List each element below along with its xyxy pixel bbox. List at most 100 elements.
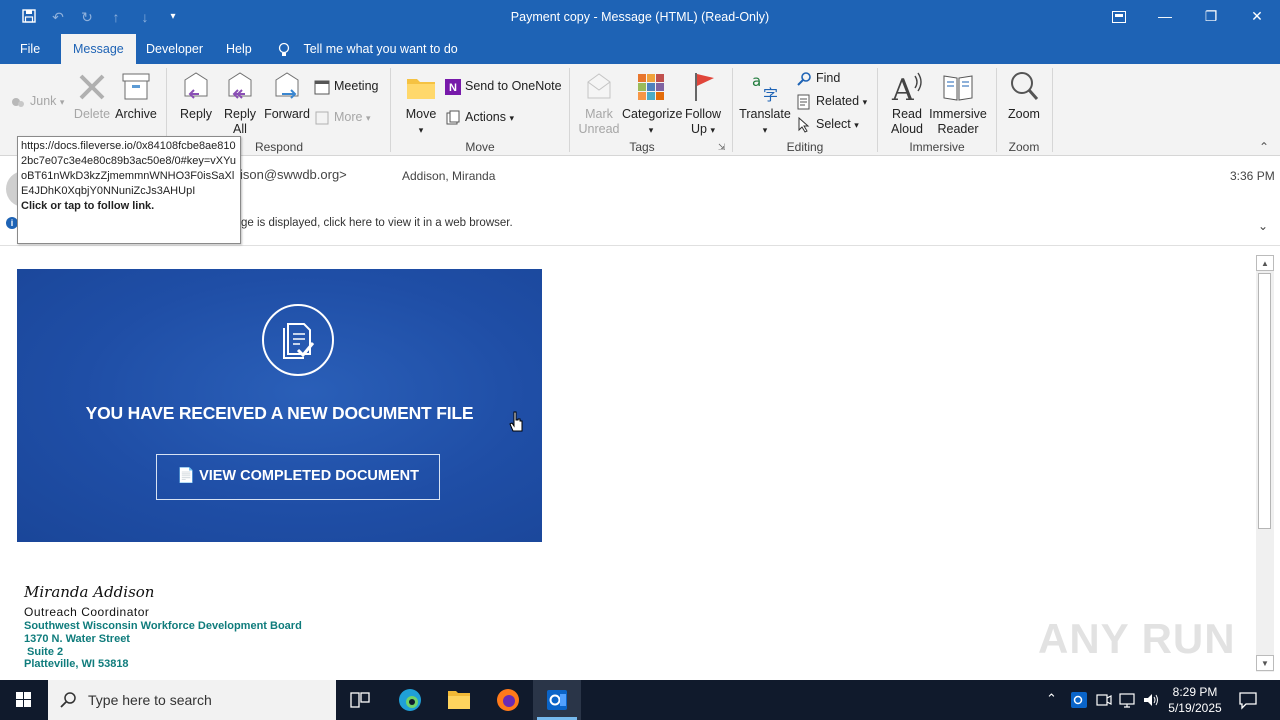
volume-icon[interactable] xyxy=(1142,691,1160,709)
header-divider xyxy=(0,245,1280,246)
group-tags-label: Tags xyxy=(629,140,655,154)
read-aloud-button[interactable]: A Read Aloud xyxy=(884,70,930,137)
zoom-button[interactable]: Zoom xyxy=(1002,70,1046,122)
tab-file[interactable]: File xyxy=(8,34,52,64)
reply-button[interactable]: Reply xyxy=(174,70,218,122)
outlook-taskbar-icon[interactable] xyxy=(533,680,581,720)
meeting-button[interactable]: Meeting xyxy=(314,77,378,95)
mark-unread-label-1: Mark xyxy=(585,107,613,121)
junk-label: Junk xyxy=(30,94,57,108)
document-check-icon xyxy=(262,304,334,376)
scrollbar-thumb[interactable] xyxy=(1258,273,1271,529)
outlook-tray-icon[interactable] xyxy=(1070,691,1088,709)
scroll-up-arrow[interactable]: ▲ xyxy=(1256,255,1274,271)
find-button[interactable]: Find xyxy=(796,69,840,87)
find-label: Find xyxy=(816,71,841,85)
group-separator xyxy=(569,68,570,152)
window-title: Payment copy - Message (HTML) (Read-Only… xyxy=(510,10,770,24)
lightbulb-icon xyxy=(278,42,293,56)
network-icon[interactable] xyxy=(1118,691,1136,709)
clock-time: 8:29 PM xyxy=(1172,685,1218,699)
actions-label: Actions xyxy=(465,110,506,124)
delete-icon xyxy=(75,70,109,104)
tab-message[interactable]: Message xyxy=(61,34,136,64)
recipient-name[interactable]: Addison, Miranda xyxy=(402,169,495,183)
group-immersive-label: Immersive xyxy=(909,140,965,154)
info-bar-text[interactable]: ge is displayed, click here to view it i… xyxy=(241,217,513,229)
tab-developer[interactable]: Developer xyxy=(134,34,215,64)
move-button[interactable]: Move ▾ xyxy=(400,70,442,138)
forward-button[interactable]: Forward xyxy=(263,70,311,122)
tooltip-hint: Click or tap to follow link. xyxy=(21,200,155,212)
firefox-icon[interactable] xyxy=(484,680,532,720)
received-time: 3:36 PM xyxy=(1230,169,1275,183)
taskbar-clock[interactable]: 8:29 PM 5/19/2025 xyxy=(1164,684,1226,716)
minimize-icon[interactable]: — xyxy=(1142,0,1188,32)
collapse-ribbon-icon[interactable]: ⌃ xyxy=(1259,140,1269,154)
show-hidden-icons[interactable]: ⌃ xyxy=(1046,691,1057,707)
view-document-button[interactable]: 📄 VIEW COMPLETED DOCUMENT xyxy=(156,454,440,500)
svg-text:N: N xyxy=(449,82,457,94)
group-zoom-label: Zoom xyxy=(1008,140,1040,154)
immersive-reader-icon xyxy=(941,70,975,104)
svg-text:A: A xyxy=(891,73,914,104)
signature-street: 1370 N. Water Street xyxy=(24,633,130,645)
mark-unread-button[interactable]: Mark Unread xyxy=(576,70,622,137)
notifications-icon[interactable] xyxy=(1238,690,1258,710)
vertical-scrollbar[interactable]: ▲ ▼ xyxy=(1256,255,1274,672)
follow-up-label-2: Up xyxy=(691,122,707,136)
meet-now-icon[interactable] xyxy=(1095,691,1113,709)
read-aloud-icon: A xyxy=(890,70,924,108)
file-explorer-icon[interactable] xyxy=(435,680,483,720)
task-view-icon[interactable] xyxy=(336,680,384,720)
restore-icon[interactable]: ❐ xyxy=(1188,0,1234,32)
read-aloud-label-1: Read xyxy=(892,107,922,121)
flag-icon xyxy=(686,70,720,104)
actions-button[interactable]: Actions ▾ xyxy=(445,108,514,126)
reply-all-icon xyxy=(223,70,257,104)
document-banner[interactable]: YOU HAVE RECEIVED A NEW DOCUMENT FILE 📄 V… xyxy=(17,269,542,542)
immersive-reader-button[interactable]: Immersive Reader xyxy=(928,70,988,137)
message-body: YOU HAVE RECEIVED A NEW DOCUMENT FILE 📄 V… xyxy=(0,247,1256,680)
more-respond-icon xyxy=(314,110,330,126)
ribbon-display-options-icon[interactable] xyxy=(1096,0,1142,32)
read-aloud-label-2: Aloud xyxy=(891,122,923,136)
signature-name: Miranda Addison xyxy=(24,583,155,601)
start-button[interactable] xyxy=(0,680,48,720)
banner-heading: YOU HAVE RECEIVED A NEW DOCUMENT FILE xyxy=(85,403,474,423)
calendar-icon xyxy=(314,79,330,95)
group-separator xyxy=(1052,68,1053,152)
signature-title: Outreach Coordinator xyxy=(24,605,150,619)
tab-help[interactable]: Help xyxy=(214,34,264,64)
related-icon xyxy=(796,94,812,110)
follow-up-button[interactable]: Follow Up ▾ xyxy=(682,70,724,138)
title-bar: ↶ ↻ ↑ ↓ ▾ Payment copy - Message (HTML) … xyxy=(0,0,1280,34)
close-icon[interactable]: ✕ xyxy=(1234,0,1280,32)
view-document-label: VIEW COMPLETED DOCUMENT xyxy=(199,468,419,484)
expand-header-icon[interactable]: ⌄ xyxy=(1258,219,1268,233)
select-button[interactable]: Select ▾ xyxy=(796,115,859,133)
send-to-onenote-button[interactable]: N Send to OneNote xyxy=(445,77,562,95)
translate-button[interactable]: a字 Translate ▾ xyxy=(738,70,792,138)
archive-button[interactable]: Archive xyxy=(114,70,158,122)
taskbar-search-box[interactable]: Type here to search xyxy=(48,680,336,720)
reply-all-button[interactable]: Reply All xyxy=(218,70,262,137)
clock-date: 5/19/2025 xyxy=(1168,701,1222,715)
group-separator xyxy=(732,68,733,152)
more-button[interactable]: More ▾ xyxy=(314,108,371,126)
svg-text:字: 字 xyxy=(763,86,778,104)
meeting-label: Meeting xyxy=(334,79,379,93)
translate-label: Translate xyxy=(739,107,791,121)
forward-label: Forward xyxy=(264,107,310,121)
related-button[interactable]: Related ▾ xyxy=(796,92,867,110)
delete-button[interactable]: Delete xyxy=(72,70,112,122)
find-icon xyxy=(796,71,812,87)
signature-city: Platteville, WI 53818 xyxy=(24,658,129,670)
junk-button[interactable]: Junk ▾ xyxy=(10,92,64,110)
categorize-button[interactable]: Categorize ▾ xyxy=(622,70,682,138)
dialog-launcher-icon[interactable]: ⇲ xyxy=(718,142,726,153)
tell-me-search[interactable]: Tell me what you want to do xyxy=(270,34,470,64)
sender-address[interactable]: ison@swwdb.org> xyxy=(240,167,347,182)
scroll-down-arrow[interactable]: ▼ xyxy=(1256,655,1274,671)
edge-browser-icon[interactable] xyxy=(386,680,434,720)
